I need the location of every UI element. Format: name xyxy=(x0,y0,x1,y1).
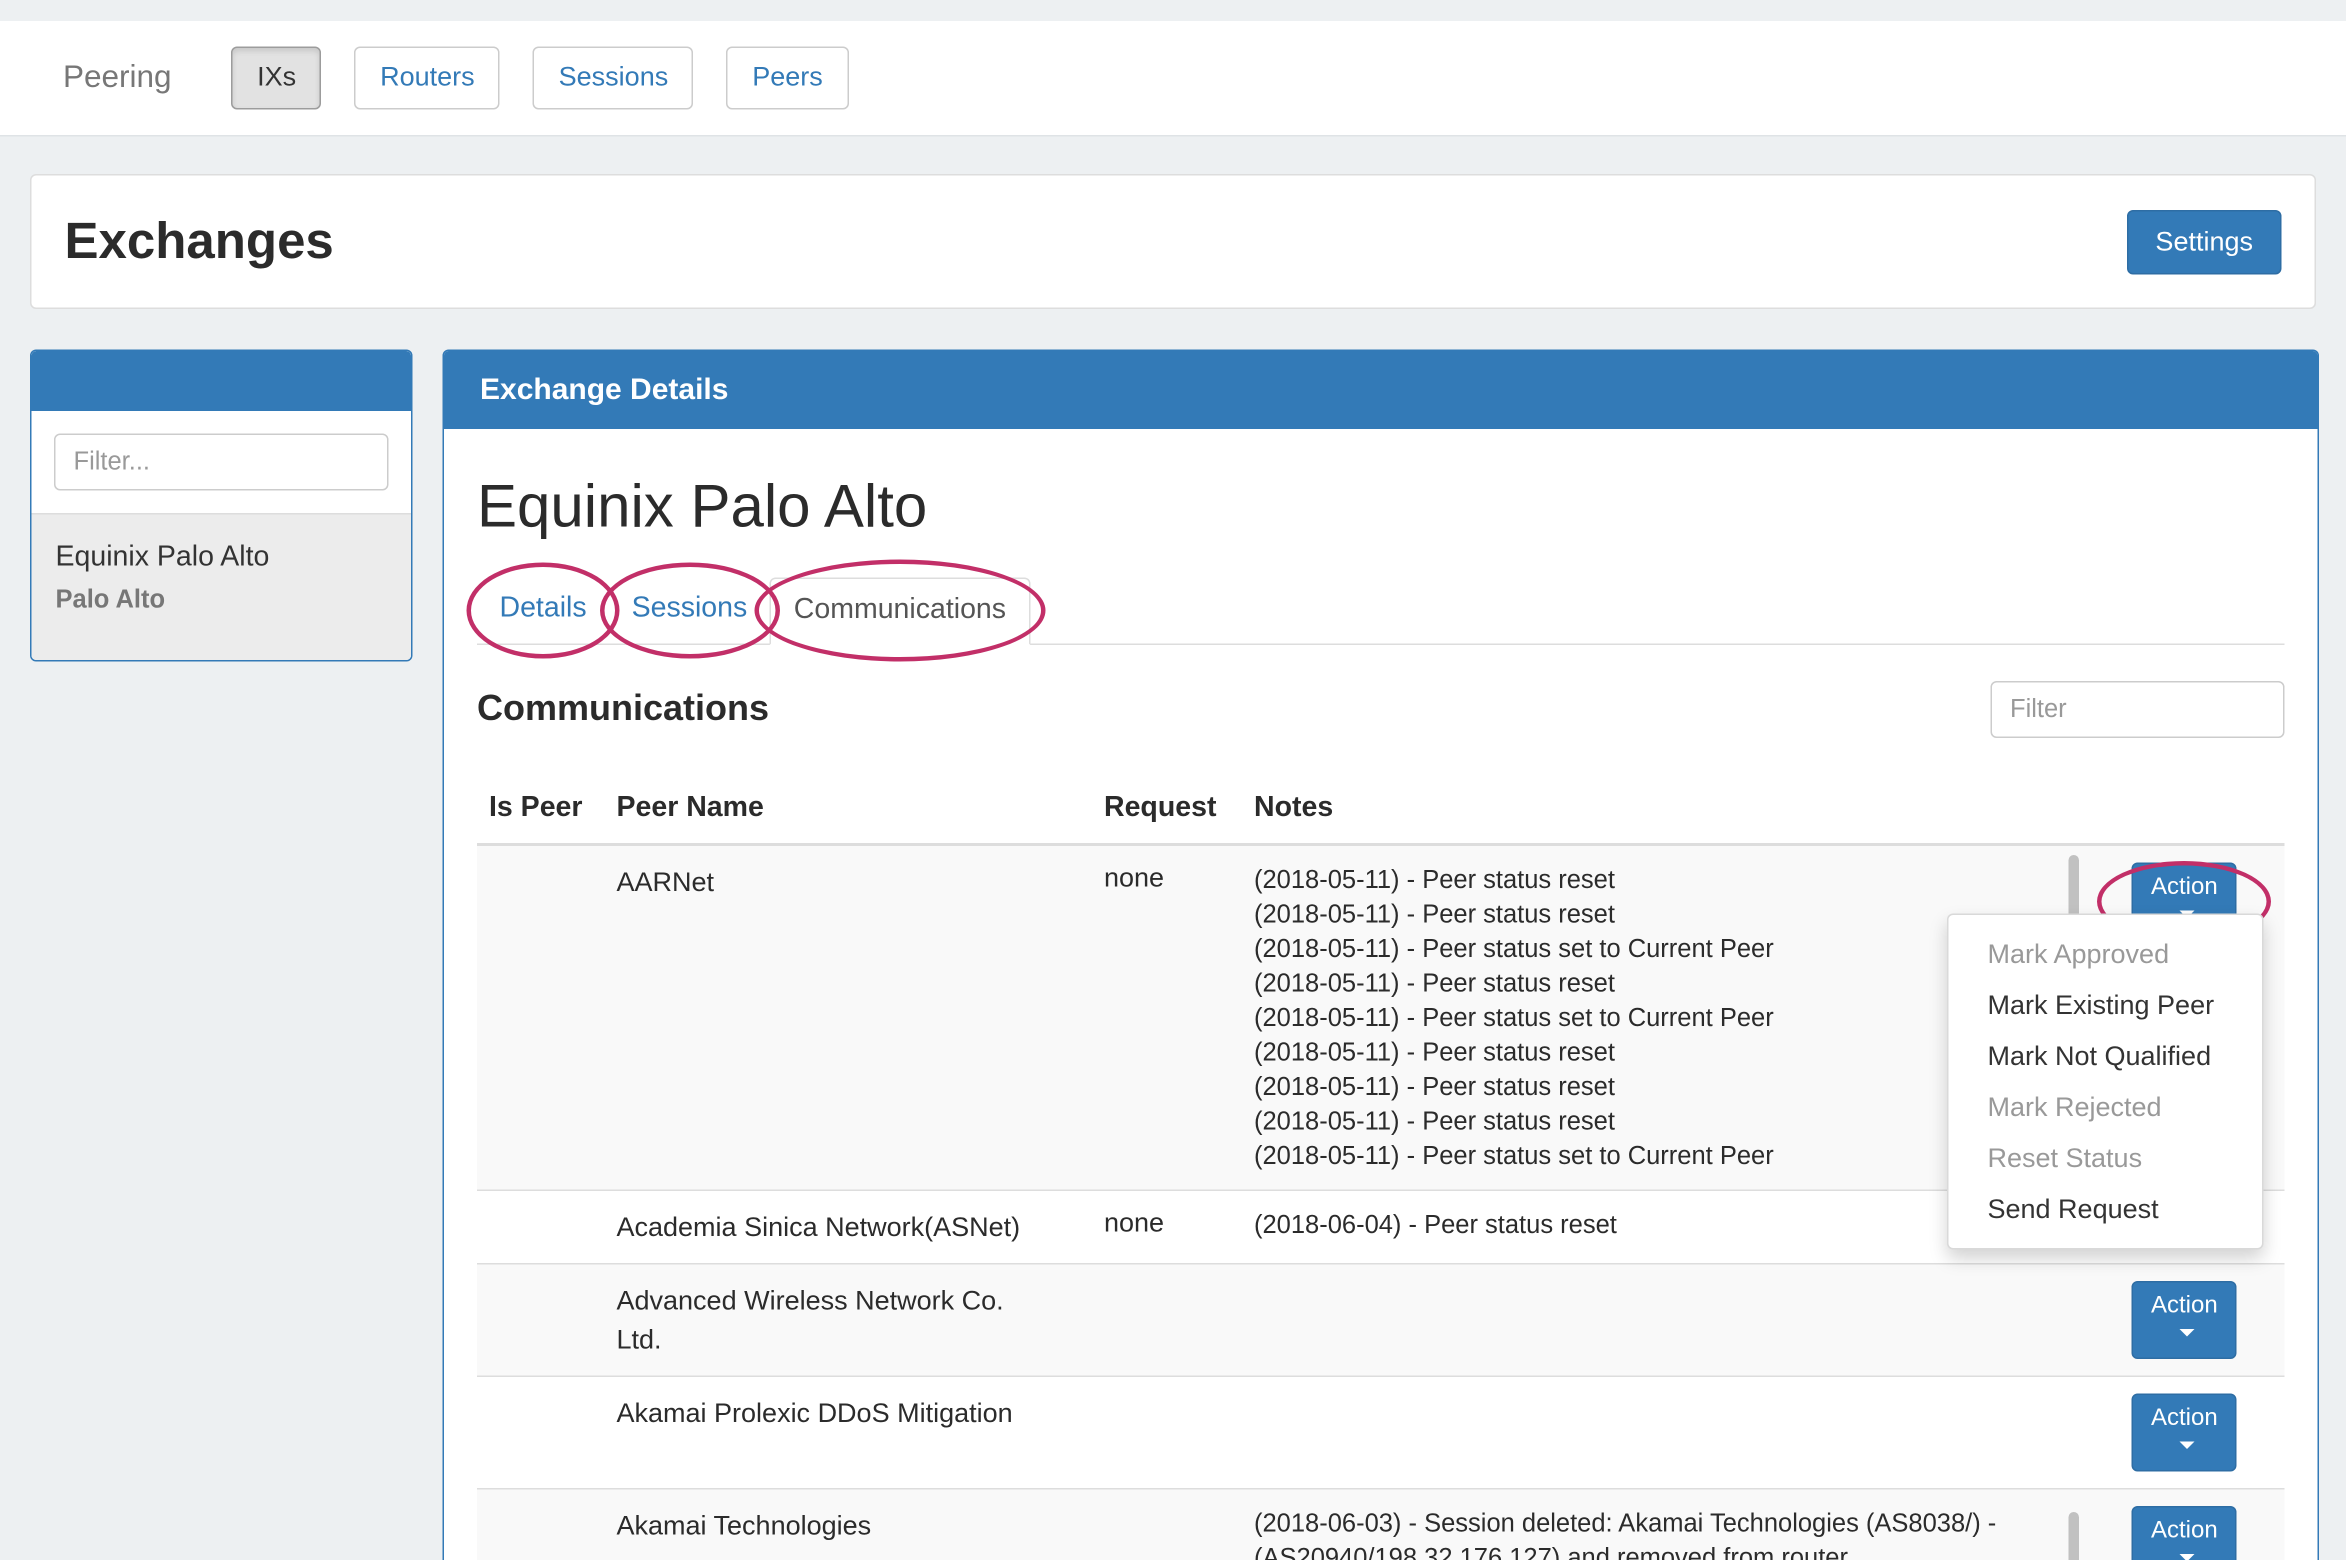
communications-section-header: Communications xyxy=(477,681,2285,738)
peer-name-cell: AARNet xyxy=(605,844,1093,1190)
request-cell xyxy=(1092,1376,1242,1489)
communications-filter-input[interactable] xyxy=(1991,681,2285,738)
tab-details-label: Details xyxy=(500,593,587,625)
top-gap xyxy=(0,0,2346,21)
settings-button[interactable]: Settings xyxy=(2127,209,2282,274)
peer-name: Akamai Technologies xyxy=(617,1506,1025,1545)
dropdown-item-mark-approved[interactable]: Mark Approved xyxy=(1949,929,2263,980)
panel-title: Exchange Details xyxy=(480,373,728,408)
exchange-filter-wrap xyxy=(32,411,412,513)
nav-button-group: IXs Routers Sessions Peers xyxy=(232,47,849,109)
content-area: Equinix Palo Alto Palo Alto Exchange Det… xyxy=(30,350,2316,1560)
detail-tabs: Details Sessions Communications xyxy=(477,578,2285,645)
is-peer-cell xyxy=(477,1376,605,1489)
column-request: Request xyxy=(1092,777,1242,845)
request-cell xyxy=(1092,1264,1242,1377)
exchange-details-body: Equinix Palo Alto Details Sessions Commu… xyxy=(444,429,2318,1560)
nav-button-peers[interactable]: Peers xyxy=(727,47,849,109)
is-peer-cell xyxy=(477,1264,605,1377)
top-navbar: Peering IXs Routers Sessions Peers xyxy=(0,21,2346,137)
table-row: Akamai Prolexic DDoS Mitigation Action xyxy=(477,1376,2285,1489)
nav-button-sessions[interactable]: Sessions xyxy=(533,47,694,109)
action-button-label: Action xyxy=(2151,874,2218,900)
peer-name: Academia Sinica Network(ASNet) xyxy=(617,1207,1025,1246)
notes-cell xyxy=(1242,1264,2120,1377)
peer-name: AARNet xyxy=(617,862,1025,901)
caret-down-icon xyxy=(2180,1329,2195,1337)
page-header-panel: Exchanges Settings xyxy=(30,174,2316,309)
notes-scrollbar[interactable] xyxy=(2069,1512,2080,1560)
is-peer-cell xyxy=(477,1489,605,1560)
tab-details[interactable]: Details xyxy=(477,578,609,645)
exchange-details-panel-header: Exchange Details xyxy=(444,351,2318,429)
app-viewport: Peering IXs Routers Sessions Peers Excha… xyxy=(0,0,2346,1560)
request-cell: none xyxy=(1092,1190,1242,1264)
nav-button-ixs[interactable]: IXs xyxy=(232,47,322,109)
action-button-label: Action xyxy=(2151,1518,2218,1544)
exchange-list-card: Equinix Palo Alto Palo Alto xyxy=(30,350,413,662)
table-row: Advanced Wireless Network Co. Ltd. Actio… xyxy=(477,1264,2285,1377)
tab-sessions-label: Sessions xyxy=(632,593,748,625)
action-button[interactable]: Action xyxy=(2132,1393,2238,1471)
note-line: (2018-06-03) - Session deleted: Akamai T… xyxy=(1254,1506,2108,1541)
peer-name: Akamai Prolexic DDoS Mitigation xyxy=(617,1393,1025,1432)
dropdown-item-reset-status[interactable]: Reset Status xyxy=(1949,1133,2263,1184)
action-button-label: Action xyxy=(2151,1405,2218,1431)
action-cell: Action xyxy=(2120,1264,2285,1377)
table-row: Akamai Technologies (2018-06-03) - Sessi… xyxy=(477,1489,2285,1560)
note-line: (AS20940/198.32.176.127) and removed fro… xyxy=(1254,1540,2108,1560)
exchange-heading: Equinix Palo Alto xyxy=(477,474,2285,542)
peer-name: Advanced Wireless Network Co. Ltd. xyxy=(617,1281,1025,1359)
exchange-filter-input[interactable] xyxy=(54,434,389,491)
peer-name-cell: Academia Sinica Network(ASNet) xyxy=(605,1190,1093,1264)
request-cell: none xyxy=(1092,844,1242,1190)
notes-cell: (2018-06-03) - Session deleted: Akamai T… xyxy=(1242,1489,2120,1560)
page-title: Exchanges xyxy=(65,212,334,271)
note-line: (2018-05-11) - Peer status reset xyxy=(1254,862,2108,897)
table-header-row: Is Peer Peer Name Request Notes xyxy=(477,777,2285,845)
exchange-list-header xyxy=(32,351,412,411)
action-cell: Action xyxy=(2120,1489,2285,1560)
column-action xyxy=(2120,777,2285,845)
app-brand: Peering xyxy=(63,60,172,96)
peer-name-cell: Akamai Technologies xyxy=(605,1489,1093,1560)
notes-cell xyxy=(1242,1376,2120,1489)
dropdown-item-mark-existing-peer[interactable]: Mark Existing Peer xyxy=(1949,980,2263,1031)
exchange-list-item[interactable]: Equinix Palo Alto Palo Alto xyxy=(32,513,412,660)
is-peer-cell xyxy=(477,844,605,1190)
action-button[interactable]: Action xyxy=(2132,1281,2238,1359)
dropdown-item-send-request[interactable]: Send Request xyxy=(1949,1184,2263,1235)
column-peer-name: Peer Name xyxy=(605,777,1093,845)
communications-title: Communications xyxy=(477,688,769,730)
column-notes: Notes xyxy=(1242,777,2120,845)
action-cell: Action xyxy=(2120,1376,2285,1489)
dropdown-item-mark-not-qualified[interactable]: Mark Not Qualified xyxy=(1949,1031,2263,1082)
peer-name-cell: Akamai Prolexic DDoS Mitigation xyxy=(605,1376,1093,1489)
request-cell xyxy=(1092,1489,1242,1560)
tab-sessions[interactable]: Sessions xyxy=(609,578,770,645)
caret-down-icon xyxy=(2180,1554,2195,1560)
dropdown-item-mark-rejected[interactable]: Mark Rejected xyxy=(1949,1082,2263,1133)
tab-communications-label: Communications xyxy=(794,594,1006,626)
exchange-details-panel: Exchange Details Equinix Palo Alto Detai… xyxy=(443,350,2320,1560)
column-is-peer: Is Peer xyxy=(477,777,605,845)
peer-name-cell: Advanced Wireless Network Co. Ltd. xyxy=(605,1264,1093,1377)
exchange-location: Palo Alto xyxy=(56,585,388,615)
tab-communications[interactable]: Communications xyxy=(770,578,1030,645)
is-peer-cell xyxy=(477,1190,605,1264)
caret-down-icon xyxy=(2180,1442,2195,1450)
action-button[interactable]: Action xyxy=(2132,1506,2238,1560)
action-dropdown-menu: Mark Approved Mark Existing Peer Mark No… xyxy=(1947,914,2264,1250)
action-button-label: Action xyxy=(2151,1293,2218,1319)
exchange-name: Equinix Palo Alto xyxy=(56,542,388,575)
nav-button-routers[interactable]: Routers xyxy=(355,47,501,109)
